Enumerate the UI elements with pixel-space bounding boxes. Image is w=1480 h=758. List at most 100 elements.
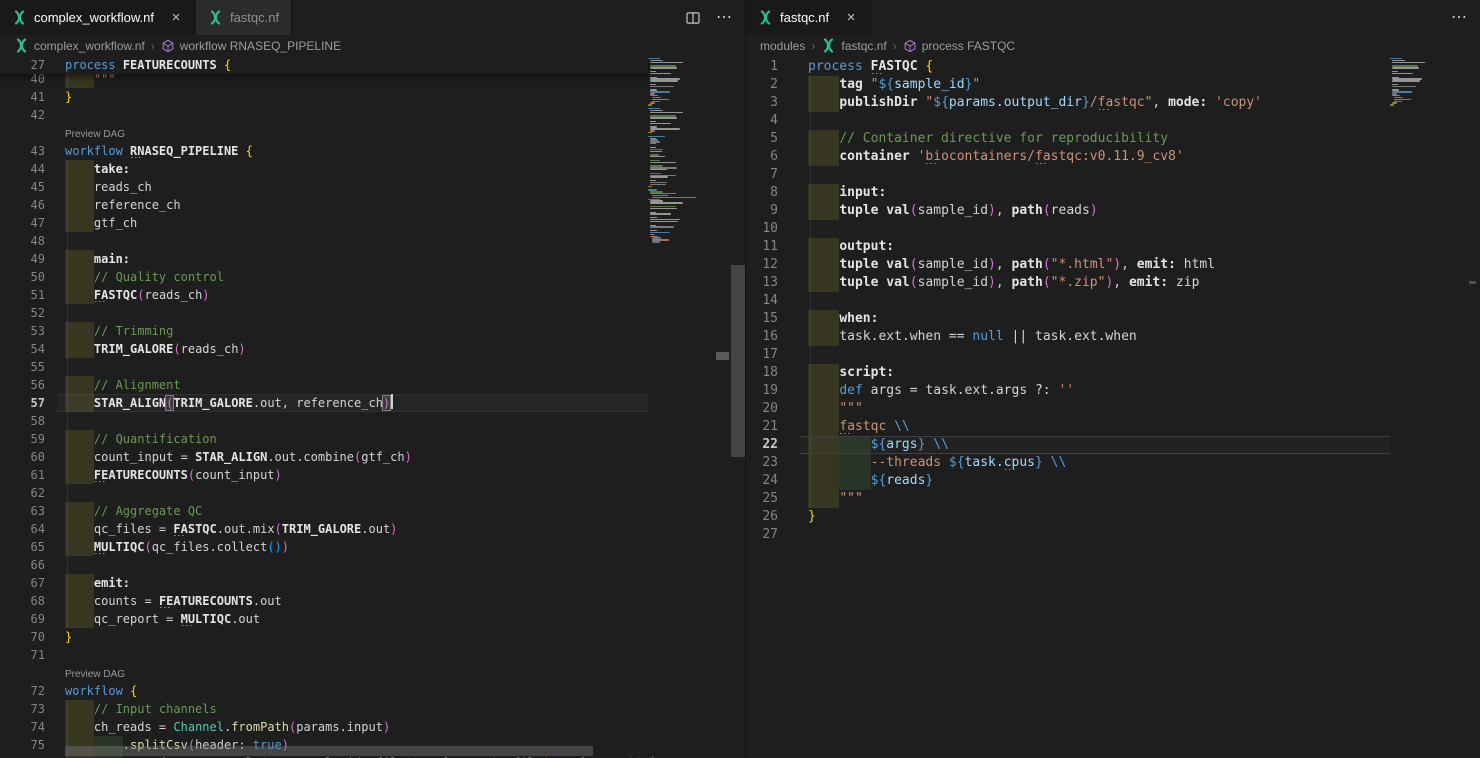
tab-fastqc.nf[interactable]: fastqc.nf× [746, 0, 871, 35]
close-icon[interactable]: × [844, 10, 858, 25]
code-text: """ [808, 490, 863, 508]
breadcrumb-item[interactable]: fastqc.nf [821, 38, 886, 53]
code-line[interactable]: 24 ${reads} [746, 472, 1480, 490]
code-line[interactable]: 58 [0, 412, 745, 430]
line-number: 70 [0, 628, 45, 646]
code-line[interactable]: 54 TRIM_GALORE(reads_ch) [0, 340, 745, 358]
code-line[interactable]: 60 count_input = STAR_ALIGN.out.combine(… [0, 448, 745, 466]
code-line[interactable]: 27 [746, 526, 1480, 544]
more-icon[interactable]: ⋯ [716, 10, 733, 26]
editor-right[interactable]: 1process FASTQC {2 tag "${sample_id}"3 p… [746, 56, 1480, 758]
nextflow-icon [821, 38, 836, 53]
line-number: 20 [746, 400, 778, 418]
code-line[interactable]: 26} [746, 508, 1480, 526]
code-line[interactable]: 11 output: [746, 238, 1480, 256]
code-text: take: [65, 160, 130, 178]
code-text: // Container directive for reproducibili… [808, 130, 1168, 148]
code-line[interactable]: 61 FEATURECOUNTS(count_input) [0, 466, 745, 484]
code-line[interactable]: 15 when: [746, 310, 1480, 328]
code-line[interactable]: 73 // Input channels [0, 700, 745, 718]
code-line[interactable]: 49 main: [0, 250, 745, 268]
code-line[interactable]: 43workflow RNASEQ_PIPELINE { [0, 142, 745, 160]
code-line[interactable]: 25 """ [746, 490, 1480, 508]
code-line[interactable]: 69 qc_report = MULTIQC.out [0, 610, 745, 628]
code-line[interactable]: 56 // Alignment [0, 376, 745, 394]
code-line[interactable]: 53 // Trimming [0, 322, 745, 340]
line-number: 65 [0, 538, 45, 556]
code-line[interactable]: 71 [0, 646, 745, 664]
minimap-line [650, 147, 656, 148]
code-line[interactable]: 64 qc_files = FASTQC.out.mix(TRIM_GALORE… [0, 520, 745, 538]
breadcrumb-item[interactable]: process FASTQC [903, 39, 1015, 53]
code-line[interactable]: 47 gtf_ch [0, 214, 745, 232]
codelens-preview-dag[interactable]: Preview DAG [65, 664, 125, 682]
line-number: 13 [746, 274, 778, 292]
vertical-scrollbar-thumb[interactable] [731, 265, 745, 457]
code-line[interactable]: 63 // Aggregate QC [0, 502, 745, 520]
code-line[interactable]: 62 [0, 484, 745, 502]
tab-fastqc.nf[interactable]: fastqc.nf [196, 0, 292, 35]
minimap[interactable] [1390, 56, 1460, 758]
split-editor-icon[interactable] [686, 12, 700, 24]
code-line[interactable]: 13 tuple val(sample_id), path("*.zip"), … [746, 274, 1480, 292]
code-line[interactable]: 67 emit: [0, 574, 745, 592]
code-line[interactable]: 20 """ [746, 400, 1480, 418]
horizontal-scrollbar-thumb[interactable] [65, 746, 593, 756]
code-line[interactable]: 48 [0, 232, 745, 250]
code-line[interactable]: 12 tuple val(sample_id), path("*.html"),… [746, 256, 1480, 274]
codelens-row[interactable]: Preview DAG [0, 664, 745, 682]
code-line[interactable]: 7 [746, 166, 1480, 184]
code-line[interactable]: 46 reference_ch [0, 196, 745, 214]
sticky-scroll-line[interactable]: 27process FEATURECOUNTS { [0, 56, 648, 74]
minimap-line [1392, 86, 1416, 87]
code-line[interactable]: 51 FASTQC(reads_ch) [0, 286, 745, 304]
code-line[interactable]: 1process FASTQC { [746, 58, 1480, 76]
code-line[interactable]: 65 MULTIQC(qc_files.collect()) [0, 538, 745, 556]
breadcrumb-item[interactable]: workflow RNASEQ_PIPELINE [161, 39, 341, 53]
breadcrumb-item[interactable]: complex_workflow.nf [14, 38, 145, 53]
code-line[interactable]: 52 [0, 304, 745, 322]
codelens-row[interactable]: Preview DAG [0, 124, 745, 142]
code-line[interactable]: 18 script: [746, 364, 1480, 382]
code-line[interactable]: 5 // Container directive for reproducibi… [746, 130, 1480, 148]
minimap[interactable] [648, 56, 731, 758]
code-line[interactable]: 10 [746, 220, 1480, 238]
code-line[interactable]: 23 --threads ${task.cpus} \\ [746, 454, 1480, 472]
code-line[interactable]: 74 ch_reads = Channel.fromPath(params.in… [0, 718, 745, 736]
line-number: 26 [746, 508, 778, 526]
code-line[interactable]: 57 STAR_ALIGN(TRIM_GALORE.out, reference… [0, 394, 745, 412]
tab-complex_workflow.nf[interactable]: complex_workflow.nf× [0, 0, 196, 35]
breadcrumb-item[interactable]: modules [760, 39, 805, 53]
code-line[interactable]: 17 [746, 346, 1480, 364]
code-line[interactable]: 72workflow { [0, 682, 745, 700]
tab-bar-left: complex_workflow.nf×fastqc.nf ⋯ [0, 0, 745, 35]
code-line[interactable]: 50 // Quality control [0, 268, 745, 286]
code-line[interactable]: 2 tag "${sample_id}" [746, 76, 1480, 94]
code-line[interactable]: 21 fastqc \\ [746, 418, 1480, 436]
code-line[interactable]: 4 [746, 112, 1480, 130]
code-line[interactable]: 3 publishDir "${params.output_dir}/fastq… [746, 94, 1480, 112]
code-line[interactable]: 19 def args = task.ext.args ?: '' [746, 382, 1480, 400]
editor-left[interactable]: 40 """41}42Preview DAG43workflow RNASEQ_… [0, 56, 745, 758]
code-line[interactable]: 66 [0, 556, 745, 574]
code-line[interactable]: 9 tuple val(sample_id), path(reads) [746, 202, 1480, 220]
line-number: 18 [746, 364, 778, 382]
code-line[interactable]: 44 take: [0, 160, 745, 178]
code-line[interactable]: 68 counts = FEATURECOUNTS.out [0, 592, 745, 610]
code-line[interactable]: 70} [0, 628, 745, 646]
code-line[interactable]: 59 // Quantification [0, 430, 745, 448]
more-icon[interactable]: ⋯ [1451, 10, 1468, 26]
code-line[interactable]: 8 input: [746, 184, 1480, 202]
code-line[interactable]: 16 task.ext.when == null || task.ext.whe… [746, 328, 1480, 346]
code-line[interactable]: 6 container 'biocontainers/fastqc:v0.11.… [746, 148, 1480, 166]
line-number: 21 [746, 418, 778, 436]
code-line[interactable]: 55 [0, 358, 745, 376]
code-line[interactable]: 22 ${args} \\ [746, 436, 1480, 454]
code-line[interactable]: 14 [746, 292, 1480, 310]
code-line[interactable]: 45 reads_ch [0, 178, 745, 196]
codelens-preview-dag[interactable]: Preview DAG [65, 124, 125, 142]
code-text: // Quality control [65, 268, 224, 286]
close-icon[interactable]: × [169, 10, 183, 25]
code-line[interactable]: 41} [0, 88, 745, 106]
code-line[interactable]: 42 [0, 106, 745, 124]
